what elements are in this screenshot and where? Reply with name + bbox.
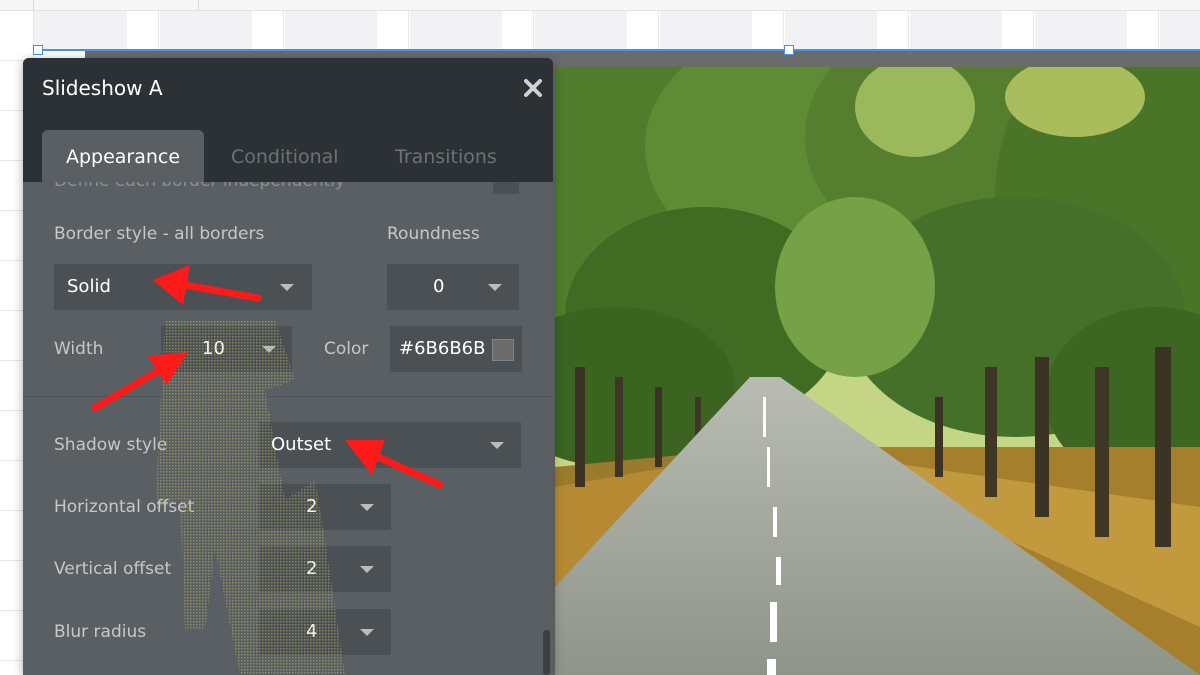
- canvas-column: [34, 11, 127, 49]
- tab-conditional[interactable]: Conditional: [231, 130, 339, 182]
- chevron-down-icon: [280, 284, 294, 291]
- horizontal-offset-label: Horizontal offset: [54, 497, 195, 517]
- canvas-column: [660, 11, 752, 49]
- panel-title: Slideshow A: [42, 76, 163, 100]
- selection-outline: [37, 49, 1200, 51]
- section-divider: [23, 396, 553, 397]
- canvas-column: [785, 11, 877, 49]
- canvas-column: [1035, 11, 1127, 49]
- color-value: #6B6B6B: [399, 338, 486, 359]
- chevron-down-icon: [360, 504, 374, 511]
- tab-appearance[interactable]: Appearance: [42, 130, 204, 182]
- canvas-column: [535, 11, 627, 49]
- roundness-value: 0: [433, 276, 445, 297]
- roundness-dropdown[interactable]: 0: [387, 264, 519, 310]
- panel-header: Slideshow A: [23, 58, 553, 120]
- shadow-style-label: Shadow style: [54, 435, 168, 455]
- canvas-column: [410, 11, 502, 49]
- resize-handle-top-center[interactable]: [784, 45, 794, 55]
- width-dropdown[interactable]: 10: [161, 326, 292, 372]
- tab-transitions[interactable]: Transitions: [395, 130, 497, 182]
- horizontal-offset-value: 2: [306, 496, 318, 517]
- chevron-down-icon: [488, 284, 502, 291]
- color-input[interactable]: #6B6B6B: [390, 326, 522, 372]
- chevron-down-icon: [360, 629, 374, 636]
- vertical-offset-value: 2: [306, 558, 318, 579]
- vertical-offset-dropdown[interactable]: 2: [259, 546, 391, 592]
- forest-road-image: [555, 67, 1200, 675]
- canvas-column: [1160, 11, 1200, 49]
- canvas-column: [160, 11, 252, 49]
- blur-radius-value: 4: [306, 621, 318, 642]
- roundness-label: Roundness: [387, 224, 480, 244]
- canvas-column: [910, 11, 1002, 49]
- border-style-label: Border style - all borders: [54, 224, 265, 244]
- border-independent-checkbox[interactable]: [493, 182, 519, 194]
- panel-tabs: Appearance Conditional Transitions: [23, 120, 553, 182]
- horizontal-offset-dropdown[interactable]: 2: [259, 484, 391, 530]
- resize-handle-top-left[interactable]: [33, 45, 43, 55]
- blur-radius-dropdown[interactable]: 4: [259, 609, 391, 655]
- shadow-style-dropdown[interactable]: Outset: [259, 422, 521, 468]
- border-style-value: Solid: [67, 276, 111, 297]
- blur-radius-label: Blur radius: [54, 622, 147, 642]
- chevron-down-icon: [360, 566, 374, 573]
- panel-scrollbar[interactable]: [543, 630, 550, 675]
- color-swatch[interactable]: [492, 339, 514, 361]
- width-label: Width: [54, 339, 104, 359]
- chevron-down-icon: [262, 346, 276, 353]
- slide-image: [555, 67, 1200, 675]
- shadow-style-value: Outset: [271, 434, 332, 455]
- close-icon-glyph: [524, 79, 542, 97]
- vertical-offset-label: Vertical offset: [54, 559, 172, 579]
- canvas-column: [285, 11, 377, 49]
- top-ruler: [0, 0, 1200, 11]
- chevron-down-icon: [490, 442, 504, 449]
- property-editor-panel: Slideshow A Appearance Conditional Trans…: [23, 58, 553, 675]
- close-icon[interactable]: [521, 78, 545, 102]
- border-style-dropdown[interactable]: Solid: [54, 264, 312, 310]
- width-value: 10: [202, 338, 225, 359]
- color-label: Color: [324, 339, 369, 359]
